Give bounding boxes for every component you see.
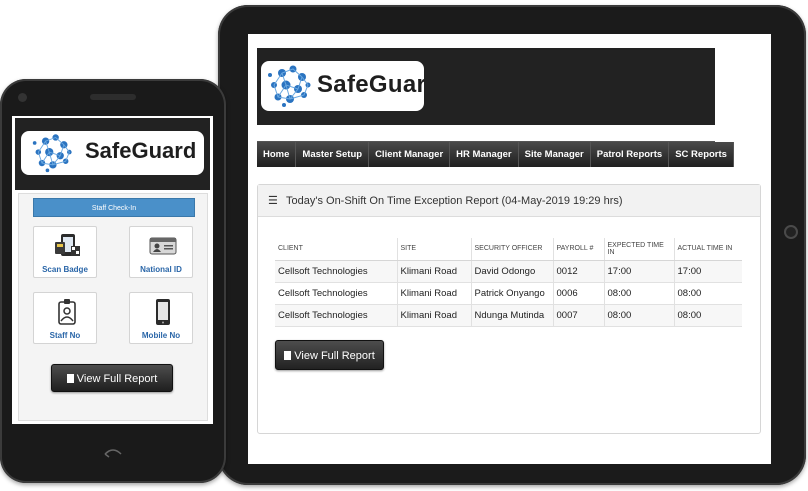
cell-payroll: 0012 [553, 260, 605, 283]
nav-home[interactable]: Home [257, 142, 297, 167]
checkin-panel: Staff Check-In Scan Badge National ID St… [18, 193, 208, 421]
cell-payroll: 0007 [553, 304, 605, 327]
cell-payroll: 0006 [553, 282, 605, 305]
globe-logo-icon [32, 134, 72, 173]
nav-client-manager[interactable]: Client Manager [369, 142, 451, 167]
col-payroll[interactable]: PAYROLL # [553, 238, 605, 261]
scan-badge-icon [55, 234, 80, 256]
staff-no-tile[interactable]: Staff No [33, 292, 97, 344]
report-title: Today's On-Shift On Time Exception Repor… [286, 195, 623, 207]
back-arrow-icon[interactable] [104, 448, 122, 460]
mobile-view-full-report-label: View Full Report [76, 373, 158, 385]
cell-client: Cellsoft Technologies [275, 260, 398, 283]
header-banner: SafeGuard [257, 48, 715, 125]
cell-expected-time-in: 17:00 [604, 260, 675, 283]
list-icon: ☰ [268, 195, 278, 207]
document-icon [284, 351, 292, 360]
col-expected-time-in[interactable]: EXPECTED TIME IN [604, 238, 675, 261]
nav-patrol-reports[interactable]: Patrol Reports [590, 142, 670, 167]
col-client[interactable]: CLIENT [275, 238, 398, 261]
cell-security-officer: Ndunga Mutinda [471, 304, 554, 327]
cell-client: Cellsoft Technologies [275, 282, 398, 305]
nav-site-manager[interactable]: Site Manager [518, 142, 591, 167]
mobile-brand-name: SafeGuard [85, 138, 197, 163]
staff-no-label: Staff No [49, 331, 81, 340]
tablet-home-button[interactable] [784, 225, 798, 239]
tablet-screen: SafeGuard Home Master Setup Client Manag… [248, 34, 771, 464]
staff-badge-icon [58, 299, 76, 325]
scan-badge-tile[interactable]: Scan Badge [33, 226, 97, 278]
mobile-header-banner: SafeGuard [15, 118, 210, 190]
nav-hr-manager[interactable]: HR Manager [450, 142, 519, 167]
mobile-no-label: Mobile No [141, 331, 181, 340]
report-panel-header: ☰ Today's On-Shift On Time Exception Repo… [258, 185, 760, 217]
cell-actual-time-in: 17:00 [674, 260, 742, 283]
cell-expected-time-in: 08:00 [604, 282, 675, 305]
staff-checkin-button[interactable]: Staff Check-In [33, 198, 195, 217]
col-actual-time-in[interactable]: ACTUAL TIME IN [674, 238, 742, 261]
view-full-report-button[interactable]: View Full Report [275, 340, 384, 370]
col-site[interactable]: SITE [397, 238, 472, 261]
mobile-phone-icon [156, 299, 170, 325]
cell-site: Klimani Road [397, 260, 472, 283]
document-icon [66, 374, 74, 383]
globe-logo-icon [268, 65, 311, 107]
report-table: CLIENT SITE SECURITY OFFICER PAYROLL # E… [275, 238, 742, 327]
table-row[interactable]: Cellsoft Technologies Klimani Road Patri… [275, 282, 742, 305]
main-nav: Home Master Setup Client Manager HR Mana… [257, 141, 734, 167]
cell-expected-time-in: 08:00 [604, 304, 675, 327]
logo[interactable]: SafeGuard [261, 61, 424, 111]
speaker-grille [90, 94, 136, 100]
mobile-no-tile[interactable]: Mobile No [129, 292, 193, 344]
col-security-officer[interactable]: SECURITY OFFICER [471, 238, 554, 261]
cell-security-officer: Patrick Onyango [471, 282, 554, 305]
phone-screen: SafeGuard Staff Check-In Scan Badge Nati… [12, 116, 213, 424]
cell-actual-time-in: 08:00 [674, 282, 742, 305]
id-card-icon [149, 237, 177, 255]
national-id-label: National ID [140, 265, 182, 274]
report-panel: ☰ Today's On-Shift On Time Exception Repo… [257, 184, 761, 434]
cell-site: Klimani Road [397, 304, 472, 327]
phone-device: SafeGuard Staff Check-In Scan Badge Nati… [0, 79, 226, 483]
cell-site: Klimani Road [397, 282, 472, 305]
tablet-device: SafeGuard Home Master Setup Client Manag… [218, 5, 806, 485]
nav-master-setup[interactable]: Master Setup [296, 142, 370, 167]
view-full-report-label: View Full Report [294, 350, 375, 362]
mobile-view-full-report-button[interactable]: View Full Report [51, 364, 173, 392]
brand-name: SafeGuard [317, 71, 424, 98]
cell-client: Cellsoft Technologies [275, 304, 398, 327]
table-row[interactable]: Cellsoft Technologies Klimani Road Ndung… [275, 304, 742, 327]
cell-actual-time-in: 08:00 [674, 304, 742, 327]
nav-sc-reports[interactable]: SC Reports [669, 142, 734, 167]
table-header-row: CLIENT SITE SECURITY OFFICER PAYROLL # E… [275, 238, 742, 261]
mobile-logo[interactable]: SafeGuard [21, 131, 204, 175]
national-id-tile[interactable]: National ID [129, 226, 193, 278]
table-row[interactable]: Cellsoft Technologies Klimani Road David… [275, 260, 742, 283]
camera-icon [18, 93, 27, 102]
scan-badge-label: Scan Badge [42, 265, 88, 274]
cell-security-officer: David Odongo [471, 260, 554, 283]
